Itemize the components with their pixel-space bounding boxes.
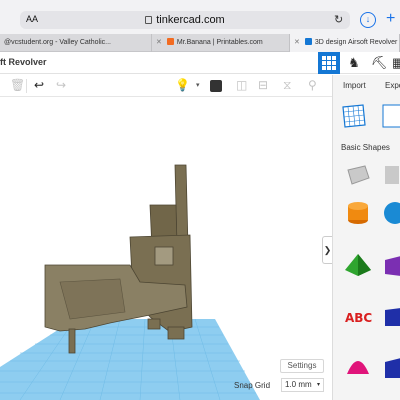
export-button[interactable]: Expo — [385, 81, 400, 90]
workplane-tool-icon[interactable] — [333, 97, 400, 137]
redo-icon[interactable]: ↪ — [56, 78, 66, 92]
shape-box-hole[interactable] — [343, 160, 373, 190]
shape-cylinder-hole[interactable] — [381, 160, 400, 190]
chevron-right-icon: ❯ — [323, 245, 332, 255]
blocks-icon: ♞ — [348, 55, 360, 70]
close-tab-icon[interactable]: ✕ — [294, 34, 300, 52]
more-button[interactable]: ▦ — [392, 52, 400, 74]
new-tab-icon[interactable]: + — [386, 10, 395, 28]
shapes-panel: Import Expo Basic Shapes ABC — [332, 75, 400, 400]
shape-pyramid[interactable] — [381, 250, 400, 280]
snap-grid-value: 1.0 mm — [285, 380, 312, 389]
tinkercad-favicon-icon — [304, 38, 312, 45]
tab-label: 3D design Airsoft Revolver — [314, 39, 398, 46]
edit-toolbar: 🗑 ↩ ↪ 💡 ▾ ◫ ⊟ ⧖ ⚲ — [0, 75, 332, 97]
shape-text[interactable]: ABC — [343, 300, 373, 330]
workplane-canvas[interactable]: Settings Snap Grid 1.0 mm ▾ — [0, 97, 332, 400]
shape-box[interactable] — [381, 300, 400, 330]
workplane-grid — [0, 319, 260, 400]
address-bar[interactable]: tinkercad.com — [20, 11, 350, 29]
snap-grid-select[interactable]: 1.0 mm ▾ — [281, 378, 324, 392]
pickaxe-icon: ⛏ — [370, 55, 388, 70]
bricks-icon: ▦ — [392, 55, 400, 70]
download-icon[interactable]: ↓ — [360, 12, 376, 28]
svg-text:ABC: ABC — [345, 311, 372, 325]
printables-favicon-icon — [166, 38, 174, 45]
tab-label: Mr.Banana | Printables.com — [176, 39, 263, 46]
design-title[interactable]: ft Revolver — [0, 57, 47, 67]
tab-valley-catholic[interactable]: @vcstudent.org - Valley Catholic... — [0, 34, 152, 52]
blocks-button[interactable]: ♞ — [343, 52, 365, 74]
url-label: tinkercad.com — [156, 14, 225, 26]
toolbar-divider — [26, 79, 27, 93]
grid-view-button[interactable] — [318, 52, 340, 74]
shape-paraboloid[interactable] — [343, 350, 373, 380]
tab-printables[interactable]: ✕ Mr.Banana | Printables.com — [152, 34, 290, 52]
light-bulb-icon[interactable]: 💡 — [175, 78, 190, 92]
grid-view-icon — [322, 56, 336, 70]
tab-tinkercad[interactable]: ✕ 3D design Airsoft Revolver — [290, 34, 400, 52]
shape-toggle-icon[interactable] — [210, 80, 222, 92]
bricks-button[interactable]: ⛏ — [368, 52, 390, 74]
delete-icon[interactable]: 🗑 — [10, 78, 25, 92]
group-icon[interactable]: ◫ — [236, 78, 247, 92]
align-icon[interactable]: ⊟ — [258, 78, 268, 92]
panel-icon-row — [333, 97, 400, 137]
lock-icon — [145, 16, 153, 24]
shape-category-select[interactable]: Basic Shapes — [341, 143, 390, 152]
tab-label: @vcstudent.org - Valley Catholic... — [4, 39, 111, 46]
mirror-icon[interactable]: ⧖ — [283, 78, 291, 93]
settings-button[interactable]: Settings — [280, 359, 324, 373]
undo-icon[interactable]: ↩ — [34, 78, 44, 92]
shape-sphere[interactable] — [381, 198, 400, 228]
browser-toolbar: tinkercad.com AA ↻ ↓ + — [0, 0, 400, 34]
shape-roof[interactable] — [343, 250, 373, 280]
tab-bar: @vcstudent.org - Valley Catholic... ✕ Mr.… — [0, 34, 400, 52]
workplane-scene — [0, 164, 260, 400]
app-header: ft Revolver ♞ ⛏ ▦ — [0, 52, 400, 74]
shape-wedge[interactable] — [381, 350, 400, 380]
import-button[interactable]: Import — [343, 81, 366, 90]
cruise-icon[interactable]: ⚲ — [308, 78, 317, 92]
chevron-down-icon: ▾ — [316, 382, 320, 388]
light-dropdown-icon[interactable]: ▾ — [196, 81, 200, 89]
shape-cylinder[interactable] — [343, 198, 373, 228]
reader-aa-button[interactable]: AA — [26, 14, 38, 24]
url-text: tinkercad.com — [20, 14, 350, 26]
reload-icon[interactable]: ↻ — [334, 13, 343, 26]
snap-grid-label: Snap Grid — [234, 381, 271, 390]
panel-collapse-button[interactable]: ❯ — [322, 236, 332, 264]
close-tab-icon[interactable]: ✕ — [156, 34, 162, 52]
